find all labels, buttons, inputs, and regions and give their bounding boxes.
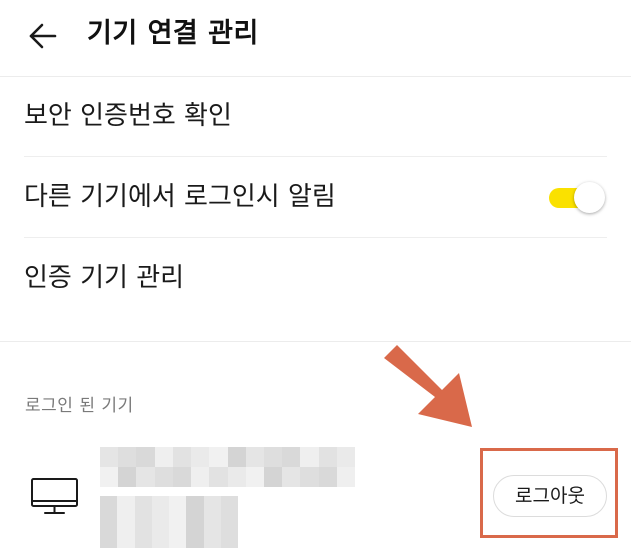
redaction-pixel xyxy=(220,496,238,514)
redaction-pixel xyxy=(136,447,156,467)
menu-item-label: 보안 인증번호 확인 xyxy=(24,101,232,131)
redaction-pixel xyxy=(118,467,138,487)
redaction-pixel xyxy=(245,467,265,487)
redaction-pixel xyxy=(169,496,187,514)
menu-item-security-code[interactable]: 보안 인증번호 확인 xyxy=(24,76,607,157)
app-bar: 기기 연결 관리 xyxy=(0,0,631,77)
annotation-arrow-icon xyxy=(384,345,484,445)
redaction-pixel xyxy=(220,513,238,532)
redaction-pixel xyxy=(336,447,355,467)
menu-item-login-alert: 다른 기기에서 로그인시 알림 xyxy=(24,157,607,238)
redaction-pixel xyxy=(209,467,229,487)
redaction-pixel xyxy=(154,447,174,467)
redaction-pixel xyxy=(100,467,119,487)
redaction-pixel xyxy=(134,513,153,532)
redaction-pixel xyxy=(282,447,302,467)
redaction-pixel xyxy=(134,496,153,514)
redaction-pixel xyxy=(136,467,156,487)
device-info-redacted xyxy=(100,496,238,548)
redaction-pixel xyxy=(134,530,153,548)
redaction-pixel xyxy=(318,447,338,467)
redaction-pixel xyxy=(227,447,247,467)
menu-item-label: 인증 기기 관리 xyxy=(24,263,185,293)
redaction-pixel xyxy=(203,496,222,514)
section-header-logged-in-devices: 로그인 된 기기 xyxy=(25,396,134,416)
redaction-pixel xyxy=(151,530,170,548)
redaction-pixel xyxy=(172,467,192,487)
device-name-redacted xyxy=(100,447,355,487)
redaction-pixel xyxy=(117,513,136,532)
redaction-pixel xyxy=(318,467,338,487)
redaction-pixel xyxy=(245,447,265,467)
redaction-pixel xyxy=(203,513,222,532)
redaction-pixel xyxy=(186,530,205,548)
redaction-pixel xyxy=(191,467,211,487)
redaction-pixel xyxy=(300,447,320,467)
redaction-pixel xyxy=(100,530,118,548)
redaction-pixel xyxy=(191,447,211,467)
redaction-pixel xyxy=(118,447,138,467)
redaction-pixel xyxy=(100,447,119,467)
monitor-icon xyxy=(30,477,80,517)
redaction-pixel xyxy=(117,496,136,514)
redaction-pixel xyxy=(169,513,187,532)
redaction-pixel xyxy=(209,447,229,467)
redaction-pixel xyxy=(186,496,205,514)
redaction-pixel xyxy=(263,467,283,487)
redaction-pixel xyxy=(100,513,118,532)
device-connection-settings-screen: 기기 연결 관리 보안 인증번호 확인 다른 기기에서 로그인시 알림 인증 기… xyxy=(0,0,631,558)
redaction-pixel xyxy=(154,467,174,487)
redaction-pixel xyxy=(227,467,247,487)
redaction-pixel xyxy=(100,496,118,514)
redaction-pixel xyxy=(263,447,283,467)
redaction-pixel xyxy=(336,467,355,487)
redaction-pixel xyxy=(203,530,222,548)
redaction-pixel xyxy=(282,467,302,487)
arrow-left-icon xyxy=(22,18,62,54)
back-button[interactable] xyxy=(22,18,62,54)
redaction-pixel xyxy=(172,447,192,467)
menu-item-manage-devices[interactable]: 인증 기기 관리 xyxy=(24,238,607,318)
section-divider xyxy=(0,341,631,342)
redaction-pixel xyxy=(117,530,136,548)
redaction-pixel xyxy=(169,530,187,548)
login-alert-toggle[interactable] xyxy=(547,182,607,214)
redaction-pixel xyxy=(186,513,205,532)
redaction-pixel xyxy=(151,496,170,514)
toggle-knob xyxy=(574,182,605,213)
logout-button[interactable]: 로그아웃 xyxy=(493,475,607,517)
redaction-pixel xyxy=(151,513,170,532)
redaction-pixel xyxy=(220,530,238,548)
redaction-pixel xyxy=(300,467,320,487)
menu-item-label: 다른 기기에서 로그인시 알림 xyxy=(24,182,336,212)
page-title: 기기 연결 관리 xyxy=(87,18,259,49)
